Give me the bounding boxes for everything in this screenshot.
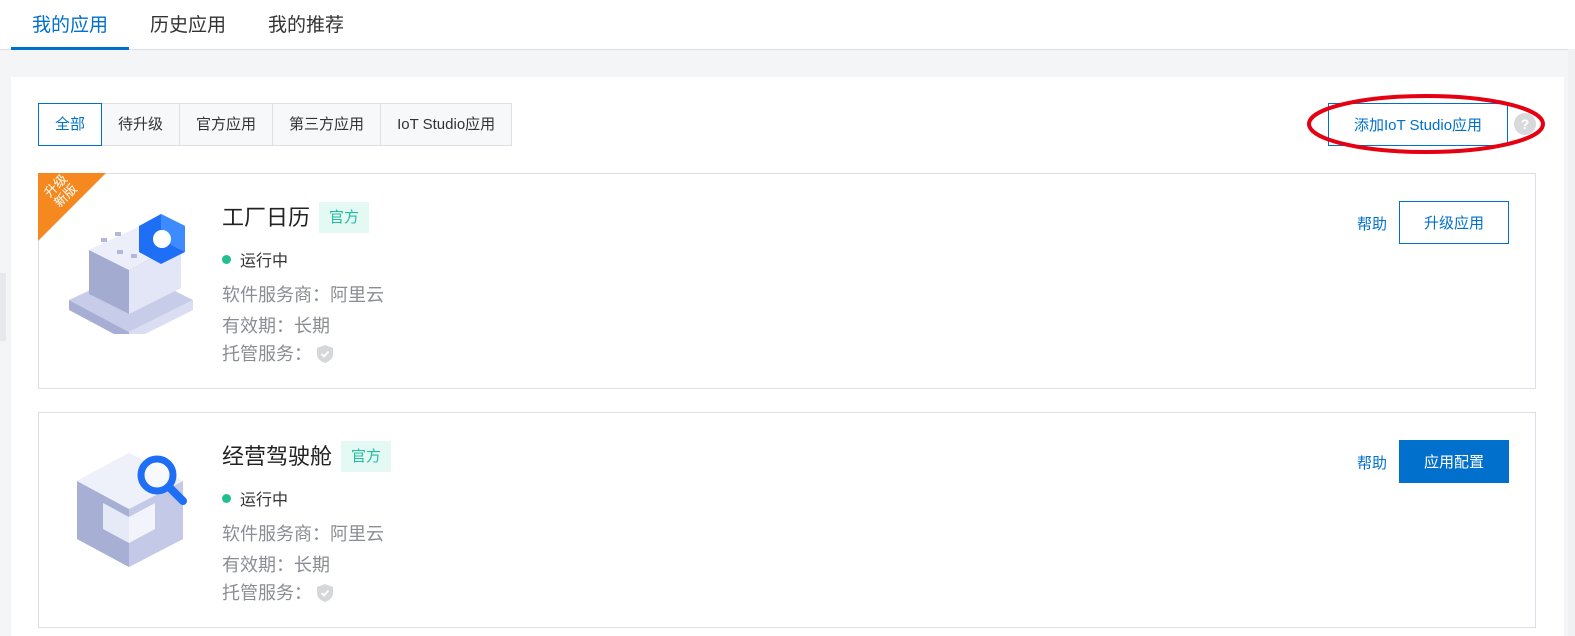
filter-official-apps[interactable]: 官方应用	[179, 103, 274, 146]
tab-my-apps[interactable]: 我的应用	[11, 0, 129, 50]
vendor-info: 软件服务商：阿里云	[222, 524, 384, 544]
filter-pending-upgrade[interactable]: 待升级	[101, 103, 181, 146]
app-title[interactable]: 经营驾驶舱	[222, 442, 332, 472]
tab-history-apps[interactable]: 历史应用	[133, 0, 243, 49]
status-indicator: 运行中	[222, 247, 288, 271]
filter-third-party-apps[interactable]: 第三方应用	[272, 103, 382, 146]
hosting-service-label: 托管服务：	[222, 344, 312, 364]
status-indicator: 运行中	[222, 486, 288, 510]
validity-info: 有效期：长期	[222, 316, 330, 336]
app-config-button[interactable]: 应用配置	[1399, 440, 1509, 483]
official-tag: 官方	[319, 202, 370, 233]
hosting-service-label: 托管服务：	[222, 583, 312, 603]
tab-my-recommendations[interactable]: 我的推荐	[251, 0, 361, 49]
side-collapse-handle[interactable]	[0, 273, 6, 341]
status-text: 运行中	[240, 492, 289, 509]
app-card-business-cockpit: 经营驾驶舱 官方 运行中 软件服务商：阿里云 有效期：长期 托管服务： 帮助 应…	[38, 412, 1536, 628]
factory-calendar-app-icon	[69, 214, 193, 334]
status-text: 运行中	[240, 253, 289, 270]
category-filter: 全部 待升级 官方应用 第三方应用 IoT Studio应用	[38, 103, 513, 146]
official-tag: 官方	[341, 441, 392, 472]
shield-icon	[317, 584, 333, 602]
scrollbar[interactable]	[1568, 49, 1575, 636]
help-icon[interactable]: ?	[1514, 113, 1536, 135]
shield-icon	[317, 345, 333, 363]
app-card-factory-calendar: 升级 新版 工厂日历 官方 运行中 软件服务商：阿里云 有效期：长期 托管服务：	[38, 173, 1536, 389]
running-status-dot	[222, 254, 231, 264]
business-cockpit-app-icon	[77, 453, 187, 567]
add-iot-studio-app-button[interactable]: 添加IoT Studio应用	[1328, 103, 1508, 146]
help-link[interactable]: 帮助	[1357, 452, 1387, 473]
app-title[interactable]: 工厂日历	[222, 203, 310, 233]
vendor-info: 软件服务商：阿里云	[222, 285, 384, 305]
help-link[interactable]: 帮助	[1357, 213, 1387, 234]
filter-iot-studio-apps[interactable]: IoT Studio应用	[380, 103, 513, 146]
app-list-panel: 全部 待升级 官方应用 第三方应用 IoT Studio应用 添加IoT Stu…	[11, 77, 1564, 636]
validity-info: 有效期：长期	[222, 555, 330, 575]
running-status-dot	[222, 493, 231, 503]
top-tab-bar: 我的应用 历史应用 我的推荐	[0, 0, 1575, 50]
filter-all[interactable]: 全部	[38, 103, 103, 146]
upgrade-app-button[interactable]: 升级应用	[1399, 201, 1509, 244]
